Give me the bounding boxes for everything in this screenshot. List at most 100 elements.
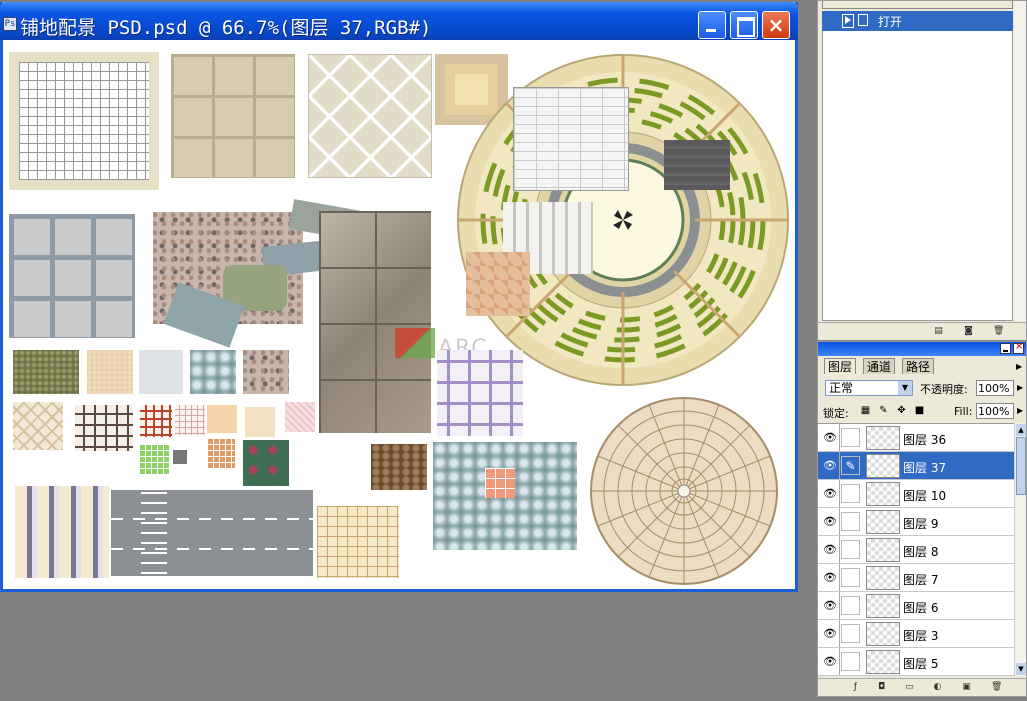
layer-name: 图层 6 (903, 601, 939, 615)
beige-square-tile-swatch (171, 54, 295, 178)
layer-link-box[interactable] (841, 428, 860, 447)
yellow-grid-swatch (317, 506, 399, 578)
minimize-button[interactable] (698, 11, 726, 39)
history-list[interactable] (822, 31, 1013, 321)
layer-thumbnail (866, 594, 900, 618)
blend-mode-select[interactable]: 正常 ▼ (825, 380, 913, 396)
layer-thumbnail (866, 650, 900, 674)
tab-paths[interactable]: 路径 (902, 358, 935, 374)
layer-link-box[interactable] (841, 624, 860, 643)
layers-scrollbar[interactable]: ▲ ▼ (1014, 423, 1026, 676)
tab-channels[interactable]: 通道 (863, 358, 896, 374)
adjustment-layer-icon[interactable]: ◐ (932, 682, 943, 693)
tab-layers[interactable]: 图层 (824, 358, 857, 374)
history-step-open[interactable]: 打开 (822, 11, 1013, 31)
history-snapshot-row[interactable] (822, 1, 1013, 9)
pink-pattern-swatch (285, 402, 315, 432)
brush-icon[interactable]: ✎ (841, 456, 860, 475)
maximize-button[interactable] (730, 11, 758, 39)
layers-panel-header[interactable] (818, 341, 1026, 356)
red-plaid-swatch (140, 405, 172, 437)
panel-close-button[interactable] (1013, 341, 1024, 354)
layer-thumbnail (866, 566, 900, 590)
moss-texture-swatch (13, 350, 79, 394)
layer-row[interactable]: 👁 图层 5 (818, 648, 1014, 676)
layer-row[interactable]: 👁 图层 7 (818, 564, 1014, 592)
trash-icon[interactable]: 🗑 (991, 682, 1002, 693)
panel-menu-arrow-icon[interactable]: ▶ (1016, 360, 1024, 374)
document-window: Ps 铺地配景 PSD.psd @ 66.7%(图层 37,RGB#) × AR… (0, 2, 798, 592)
layer-thumbnail (866, 510, 900, 534)
white-brick-swatch (513, 87, 629, 191)
lock-label: 锁定: (823, 407, 849, 420)
layer-link-box[interactable] (841, 540, 860, 559)
new-snapshot-icon[interactable]: ◙ (963, 326, 974, 337)
scroll-thumb[interactable] (1016, 437, 1026, 495)
layer-link-box[interactable] (841, 568, 860, 587)
eye-icon[interactable]: 👁 (821, 564, 840, 591)
layer-link-box[interactable] (841, 596, 860, 615)
layer-row[interactable]: 👁 图层 9 (818, 508, 1014, 536)
eye-icon[interactable]: 👁 (821, 620, 840, 647)
layer-row[interactable]: 👁 图层 10 (818, 480, 1014, 508)
document-canvas[interactable]: ARC (3, 40, 795, 589)
new-layer-icon[interactable]: ▣ (961, 682, 972, 693)
layers-panel: 图层 通道 路径 ▶ 正常▼ 不透明度: 100% ▶ 锁定: ▦ ✎ ✥ ■ … (817, 341, 1027, 697)
layer-name: 图层 3 (903, 629, 939, 643)
close-button[interactable]: × (762, 11, 790, 39)
opacity-slider-arrow-icon[interactable]: ▶ (1017, 381, 1025, 395)
panel-minimize-button[interactable] (1000, 343, 1011, 354)
radial-paving-swatch (590, 397, 778, 585)
layer-row[interactable]: 👁 图层 3 (818, 620, 1014, 648)
light-stone-swatch (139, 350, 183, 394)
eye-icon[interactable]: 👁 (821, 508, 840, 535)
eye-icon[interactable]: 👁 (821, 452, 840, 479)
layer-row-selected[interactable]: 👁 ✎ 图层 37 (818, 452, 1014, 480)
eye-icon[interactable]: 👁 (821, 648, 840, 675)
green-floral-swatch (243, 440, 289, 486)
opacity-field[interactable]: 100% (976, 380, 1014, 396)
fill-slider-arrow-icon[interactable]: ▶ (1017, 404, 1025, 418)
dark-plaid-swatch (75, 405, 133, 451)
document-titlebar[interactable]: Ps 铺地配景 PSD.psd @ 66.7%(图层 37,RGB#) × (0, 2, 798, 40)
history-scrollbar[interactable] (1014, 1, 1026, 321)
scroll-down-icon[interactable]: ▼ (1016, 663, 1026, 675)
lock-position-icon[interactable]: ✥ (896, 405, 907, 416)
diamond-lattice-swatch (13, 402, 63, 450)
trash-icon[interactable]: 🗑 (993, 326, 1004, 337)
layer-row[interactable]: 👁 图层 6 (818, 592, 1014, 620)
eye-icon[interactable]: 👁 (821, 536, 840, 563)
lock-image-icon[interactable]: ✎ (878, 405, 889, 416)
history-document-icon (858, 14, 868, 26)
layer-name: 图层 37 (903, 461, 947, 475)
road-crosswalk-swatch (111, 490, 313, 576)
stripe-paving-swatch (15, 486, 109, 578)
layer-style-icon[interactable]: ƒ (850, 682, 861, 693)
layer-link-box[interactable] (841, 652, 860, 671)
layer-thumbnail (866, 622, 900, 646)
layer-name: 图层 9 (903, 517, 939, 531)
add-mask-icon[interactable]: ◘ (876, 682, 887, 693)
blend-mode-value: 正常 (829, 381, 854, 395)
scroll-up-icon[interactable]: ▲ (1016, 424, 1026, 436)
layer-row[interactable]: 👁 图层 36 (818, 424, 1014, 452)
layer-thumbnail (866, 482, 900, 506)
lock-transparency-icon[interactable]: ▦ (860, 405, 871, 416)
eye-icon[interactable]: 👁 (821, 592, 840, 619)
fill-field[interactable]: 100% (976, 403, 1014, 419)
layer-row[interactable]: 👁 图层 8 (818, 536, 1014, 564)
layer-list[interactable]: 👁 图层 36 👁 ✎ 图层 37 👁 图层 10 👁 图层 9 👁 图层 8 👁… (818, 423, 1014, 676)
new-document-from-state-icon[interactable]: ▤ (933, 326, 944, 337)
pink-tile-swatch (466, 252, 530, 316)
lock-all-icon[interactable]: ■ (914, 405, 925, 416)
history-step-label: 打开 (878, 15, 903, 29)
history-state-marker-icon (845, 16, 851, 24)
eye-icon[interactable]: 👁 (821, 424, 840, 451)
eye-icon[interactable]: 👁 (821, 480, 840, 507)
layer-name: 图层 7 (903, 573, 939, 587)
new-group-icon[interactable]: ▭ (904, 682, 915, 693)
pink-plaid-swatch (175, 405, 205, 435)
layer-name: 图层 36 (903, 433, 947, 447)
layer-link-box[interactable] (841, 512, 860, 531)
layer-link-box[interactable] (841, 484, 860, 503)
